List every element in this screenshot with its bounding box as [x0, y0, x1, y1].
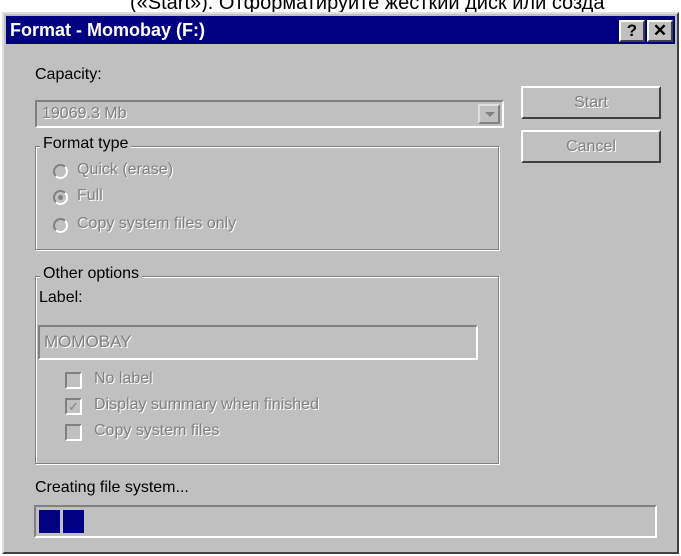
capacity-combo[interactable]: 19069.3 Mb: [35, 100, 504, 128]
help-button[interactable]: ?: [619, 20, 645, 42]
format-dialog: Format - Momobay (F:) ? ✕ Capacity: 1906…: [2, 12, 679, 554]
format-type-title: Format type: [40, 135, 132, 153]
checkbox-copy-system-files[interactable]: [65, 424, 82, 441]
volume-label-caption: Label:: [39, 289, 83, 306]
radio-copy-system-only-label: Copy system files only: [77, 215, 237, 232]
checkbox-copy-system-files-text: Copy system files: [94, 422, 220, 439]
volume-label-value: MOMOBAY: [44, 332, 132, 351]
radio-quick-label: Quick (erase): [77, 161, 174, 178]
other-options-title: Other options: [40, 265, 143, 283]
radio-full[interactable]: [53, 190, 68, 205]
volume-label-input[interactable]: MOMOBAY: [38, 325, 478, 360]
radio-quick[interactable]: [53, 164, 68, 179]
progress-block: [63, 510, 84, 533]
checkbox-display-summary-text: Display summary when finished: [94, 396, 319, 413]
checkbox-display-summary[interactable]: ✓: [65, 398, 82, 415]
checkbox-no-label[interactable]: [65, 372, 82, 389]
cancel-button[interactable]: Cancel: [521, 130, 661, 163]
close-button[interactable]: ✕: [647, 20, 673, 42]
progress-bar: [34, 505, 657, 538]
status-text: Creating file system...: [35, 479, 189, 496]
title-bar[interactable]: Format - Momobay (F:) ? ✕: [6, 16, 675, 44]
capacity-label: Capacity:: [35, 66, 102, 83]
start-button[interactable]: Start: [521, 86, 661, 119]
capacity-value: 19069.3 Mb: [42, 105, 127, 122]
progress-block: [39, 510, 60, 533]
checkbox-no-label-text: No label: [94, 370, 153, 387]
chevron-down-icon[interactable]: [478, 104, 500, 124]
radio-full-label: Full: [77, 187, 103, 204]
window-title: Format - Momobay (F:): [10, 20, 205, 40]
radio-copy-system-only[interactable]: [53, 218, 68, 233]
